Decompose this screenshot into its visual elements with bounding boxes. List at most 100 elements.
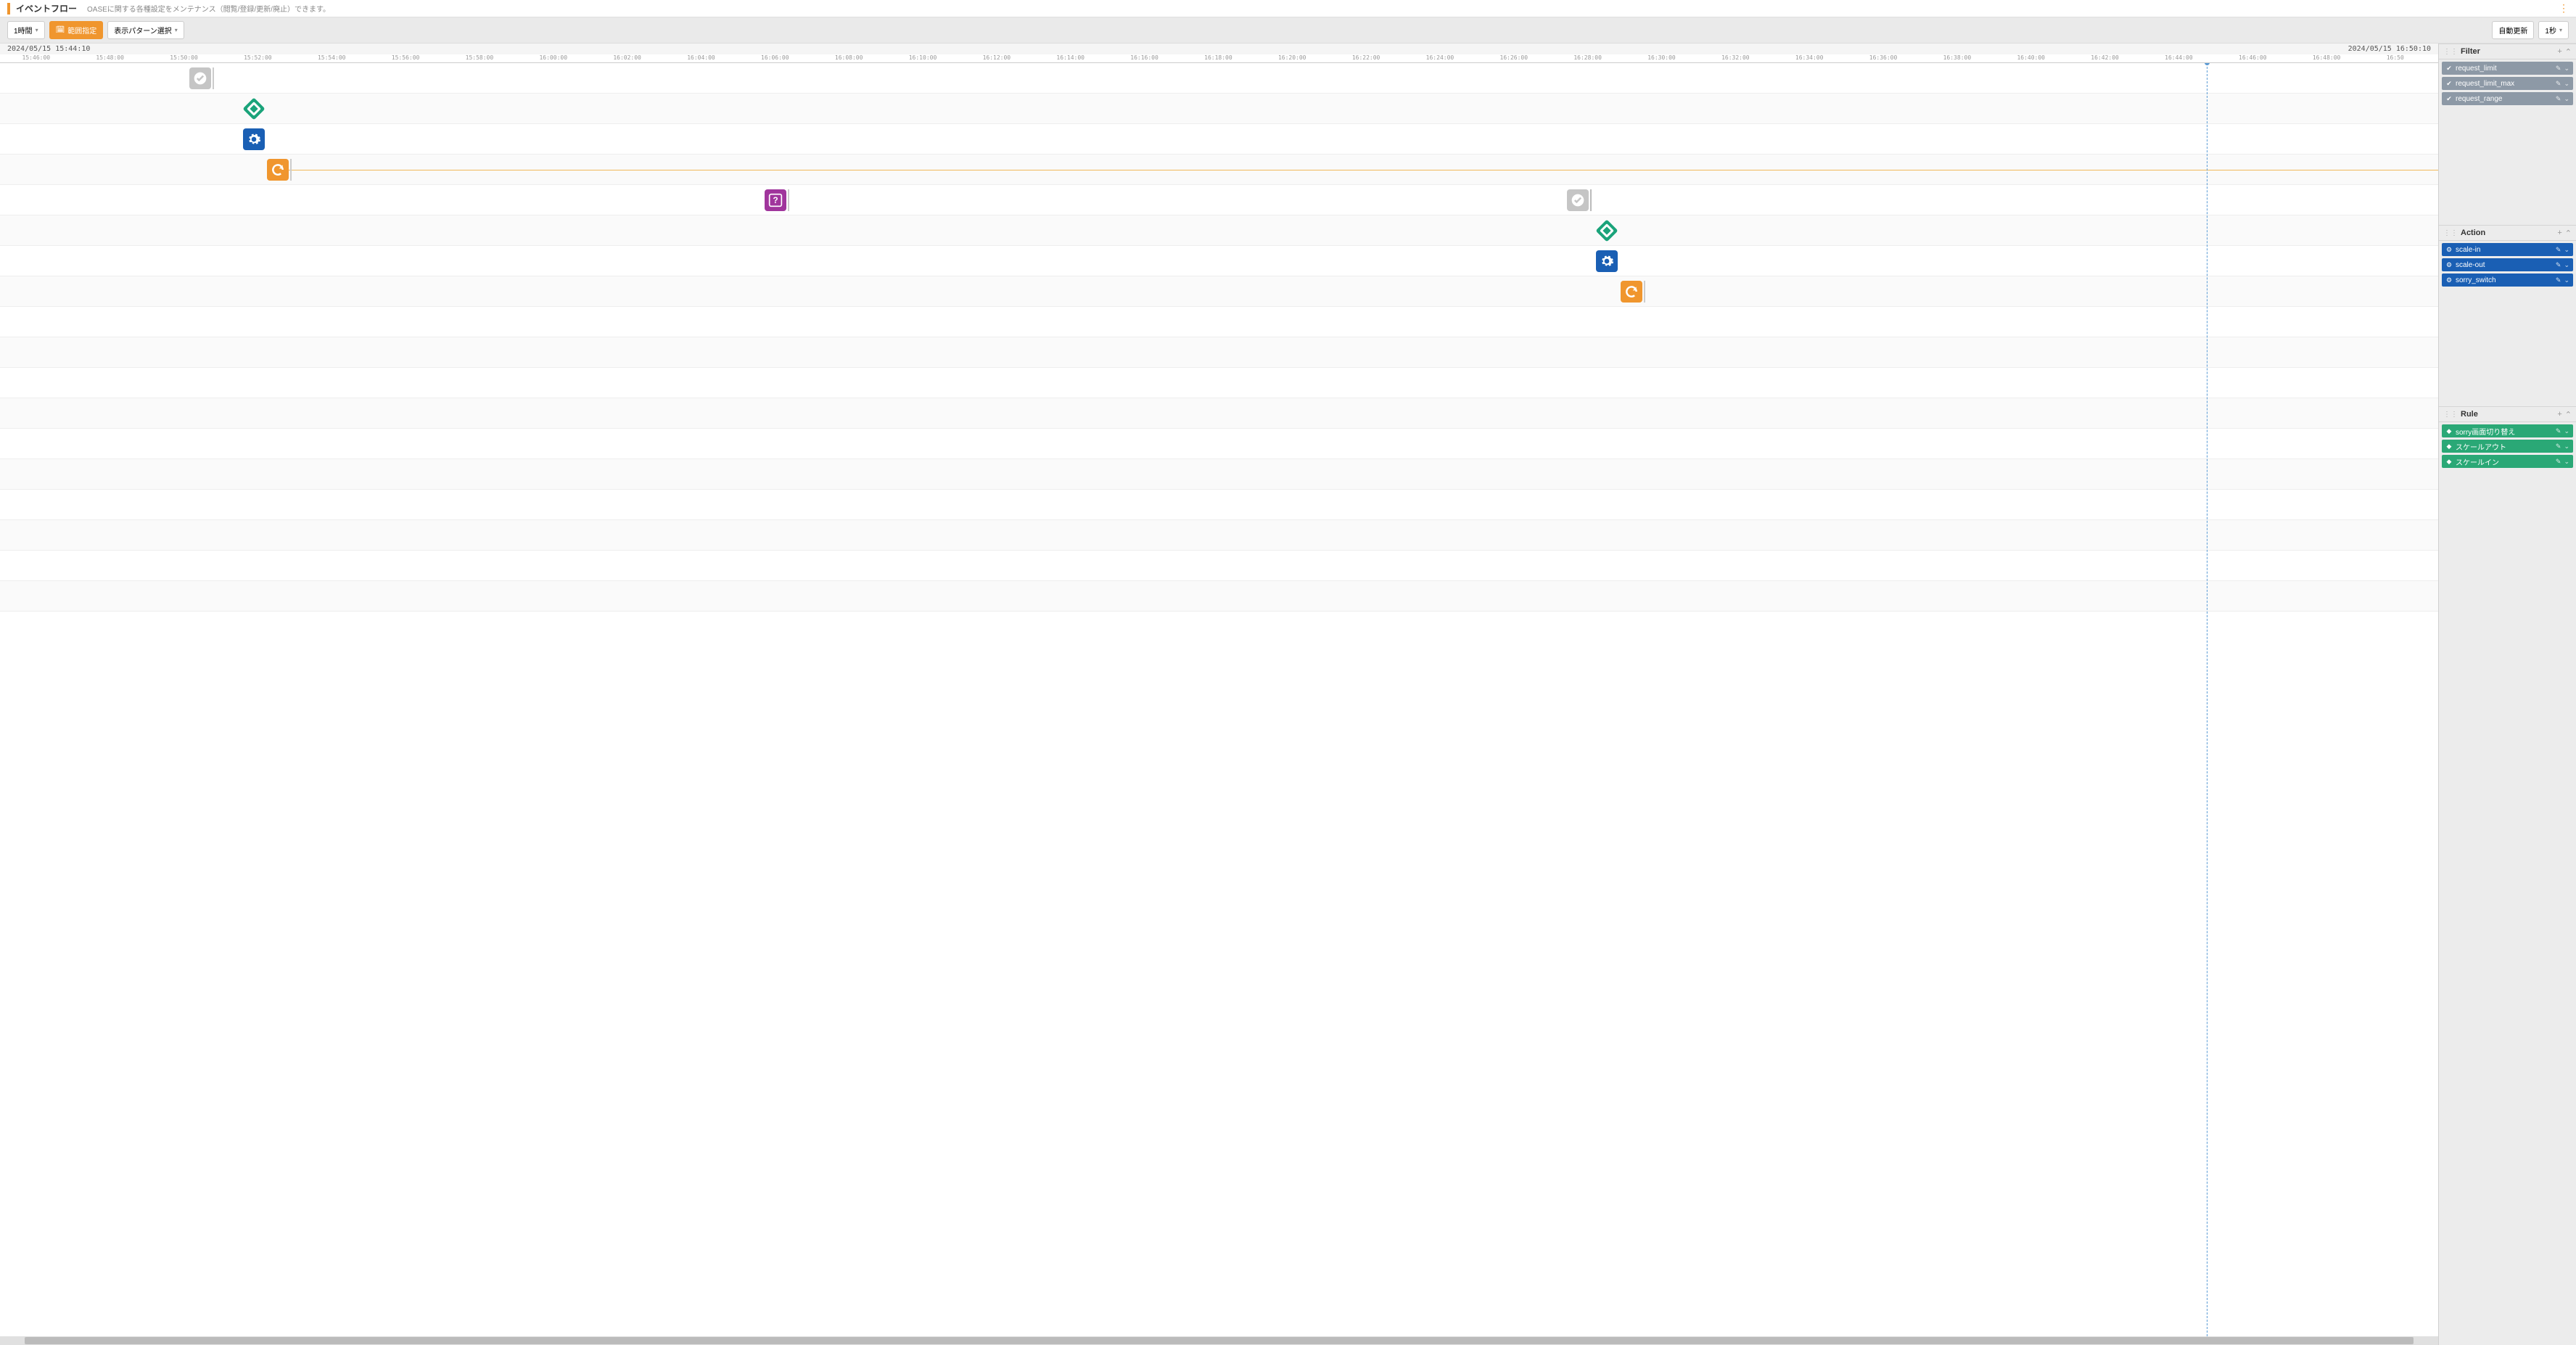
event-question-icon[interactable]: ? <box>765 189 786 211</box>
auto-refresh-interval[interactable]: 1秒 ▾ <box>2538 21 2569 39</box>
chevron-down-icon[interactable]: ⌄ <box>2564 95 2569 103</box>
sidebar-item[interactable]: ✔request_limit_max✎⌄ <box>2442 77 2573 90</box>
action-panel-header[interactable]: ⋮⋮ Action + ⌃ <box>2439 225 2576 241</box>
timeline-lanes[interactable]: ? <box>0 63 2438 1336</box>
auto-refresh-toggle[interactable]: 自動更新 <box>2492 21 2534 39</box>
edit-icon[interactable]: ✎ <box>2556 427 2561 435</box>
chevron-down-icon[interactable]: ⌄ <box>2564 261 2569 269</box>
header-accent-bar <box>7 3 10 15</box>
edit-icon[interactable]: ✎ <box>2556 261 2561 269</box>
event-check-icon[interactable] <box>189 67 211 89</box>
time-range-start: 2024/05/15 15:44:10 <box>7 45 90 53</box>
chevron-down-icon[interactable]: ⌄ <box>2564 427 2569 435</box>
page-description: OASEに関する各種設定をメンテナンス（閲覧/登録/更新/廃止）できます。 <box>87 3 330 14</box>
item-label: scale-out <box>2456 261 2553 269</box>
edit-icon[interactable]: ✎ <box>2556 276 2561 284</box>
edit-icon[interactable]: ✎ <box>2556 95 2561 103</box>
ruler-tick: 16:36:00 <box>1869 54 1898 61</box>
edit-icon[interactable]: ✎ <box>2556 443 2561 451</box>
add-icon[interactable]: + <box>2557 410 2561 419</box>
ruler-tick: 15:58:00 <box>466 54 494 61</box>
item-label: sorry画面切り替え <box>2456 426 2553 437</box>
ruler-tick: 16:08:00 <box>835 54 863 61</box>
item-status-icon: ✔ <box>2445 65 2453 73</box>
scrollbar-thumb[interactable] <box>25 1337 2414 1344</box>
add-icon[interactable]: + <box>2557 229 2561 237</box>
add-icon[interactable]: + <box>2557 47 2561 56</box>
item-status-icon: ◆ <box>2445 458 2453 466</box>
ruler-tick: 16:34:00 <box>1795 54 1824 61</box>
chevron-down-icon[interactable]: ⌄ <box>2564 246 2569 254</box>
action-panel-body: ⚙scale-in✎⌄ ⚙scale-out✎⌄ ⚙sorry_switch✎⌄ <box>2439 241 2576 406</box>
header-more-icon[interactable]: ⋮ <box>2559 2 2569 15</box>
chevron-down-icon[interactable]: ⌄ <box>2564 443 2569 451</box>
event-end-tick <box>788 189 789 211</box>
event-gear-icon[interactable] <box>1596 250 1618 272</box>
sidebar-item[interactable]: ⚙scale-in✎⌄ <box>2442 243 2573 256</box>
drag-grip-icon[interactable]: ⋮⋮ <box>2443 229 2458 237</box>
calendar-icon: 🗓 <box>56 26 65 34</box>
chevron-down-icon[interactable]: ⌄ <box>2564 65 2569 73</box>
collapse-icon[interactable]: ⌃ <box>2565 229 2572 238</box>
collapse-icon[interactable]: ⌃ <box>2565 410 2572 419</box>
sidebar-item[interactable]: ⚙scale-out✎⌄ <box>2442 258 2573 271</box>
ruler-tick: 16:12:00 <box>983 54 1011 61</box>
timeline-lane <box>0 337 2438 368</box>
ruler-tick: 16:38:00 <box>1943 54 1972 61</box>
ruler-tick: 15:46:00 <box>22 54 51 61</box>
drag-grip-icon[interactable]: ⋮⋮ <box>2443 48 2458 56</box>
chevron-down-icon[interactable]: ⌄ <box>2564 458 2569 466</box>
duration-select[interactable]: 1時間 ▾ <box>7 21 45 39</box>
edit-icon[interactable]: ✎ <box>2556 458 2561 466</box>
collapse-icon[interactable]: ⌃ <box>2565 47 2572 57</box>
ruler-tick: 16:04:00 <box>687 54 715 61</box>
ruler-tick: 16:22:00 <box>1352 54 1380 61</box>
pattern-label: 表示パターン選択 <box>114 25 172 36</box>
timeline-lane <box>0 63 2438 94</box>
event-end-tick <box>290 159 292 181</box>
timeline-lane <box>0 429 2438 459</box>
event-refresh-icon[interactable] <box>267 159 289 181</box>
edit-icon[interactable]: ✎ <box>2556 65 2561 73</box>
event-diamond-icon[interactable] <box>243 98 265 120</box>
chevron-down-icon: ▾ <box>36 27 38 33</box>
auto-refresh-value: 1秒 <box>2545 25 2556 36</box>
sidebar-item[interactable]: ✔request_limit✎⌄ <box>2442 62 2573 75</box>
event-refresh-icon[interactable] <box>1621 281 1642 303</box>
chevron-down-icon[interactable]: ⌄ <box>2564 80 2569 88</box>
range-button[interactable]: 🗓 範囲指定 <box>49 21 104 39</box>
drag-grip-icon[interactable]: ⋮⋮ <box>2443 411 2458 419</box>
ruler-tick: 15:54:00 <box>318 54 346 61</box>
item-label: request_limit <box>2456 65 2553 73</box>
event-check-icon[interactable] <box>1567 189 1589 211</box>
rule-panel-header[interactable]: ⋮⋮ Rule + ⌃ <box>2439 406 2576 422</box>
chevron-down-icon: ▾ <box>175 27 178 33</box>
filter-panel-header[interactable]: ⋮⋮ Filter + ⌃ <box>2439 44 2576 59</box>
timeline-lane: ? <box>0 185 2438 215</box>
sidebar-item[interactable]: ✔request_range✎⌄ <box>2442 92 2573 105</box>
pattern-select[interactable]: 表示パターン選択 ▾ <box>107 21 184 39</box>
ruler-tick: 16:00:00 <box>539 54 567 61</box>
item-status-icon: ◆ <box>2445 427 2453 435</box>
sidebar-item[interactable]: ◆sorry画面切り替え✎⌄ <box>2442 424 2573 437</box>
event-end-tick <box>1590 189 1592 211</box>
event-gear-icon[interactable] <box>243 128 265 150</box>
sidebar-item[interactable]: ◆スケールイン✎⌄ <box>2442 455 2573 468</box>
item-status-icon: ✔ <box>2445 95 2453 103</box>
sidebar-item[interactable]: ⚙sorry_switch✎⌄ <box>2442 273 2573 287</box>
timeline-lane <box>0 368 2438 398</box>
toolbar: 1時間 ▾ 🗓 範囲指定 表示パターン選択 ▾ 自動更新 1秒 ▾ <box>0 17 2576 44</box>
main-area: 2024/05/15 15:44:10 2024/05/15 16:50:10 … <box>0 44 2576 1345</box>
time-ruler[interactable]: 15:46:0015:48:0015:50:0015:52:0015:54:00… <box>0 54 2438 63</box>
timeline-lane <box>0 215 2438 246</box>
timeline-panel: 2024/05/15 15:44:10 2024/05/15 16:50:10 … <box>0 44 2438 1345</box>
timeline-lane <box>0 551 2438 581</box>
edit-icon[interactable]: ✎ <box>2556 246 2561 254</box>
horizontal-scrollbar[interactable] <box>0 1336 2438 1345</box>
sidebar-item[interactable]: ◆スケールアウト✎⌄ <box>2442 440 2573 453</box>
ruler-tick: 16:46:00 <box>2239 54 2267 61</box>
ruler-tick: 15:48:00 <box>96 54 124 61</box>
chevron-down-icon[interactable]: ⌄ <box>2564 276 2569 284</box>
event-diamond-icon[interactable] <box>1596 220 1618 242</box>
edit-icon[interactable]: ✎ <box>2556 80 2561 88</box>
